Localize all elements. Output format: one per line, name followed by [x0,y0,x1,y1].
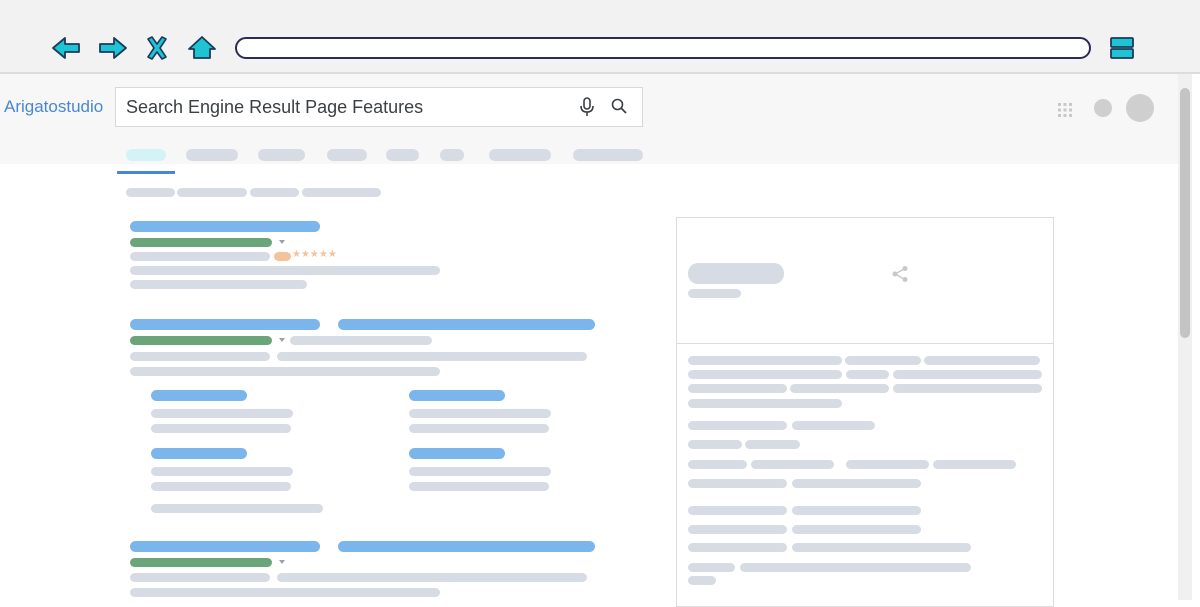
result-stats [250,188,299,197]
microphone-icon[interactable] [578,97,596,117]
forward-arrow-icon[interactable] [98,34,128,62]
kp-fact-value [740,563,971,572]
back-arrow-icon[interactable] [51,34,81,62]
tab-settings[interactable] [573,149,643,161]
avatar[interactable] [1126,94,1154,122]
kp-description [924,356,1040,365]
kp-divider [677,343,1053,344]
search-box[interactable] [115,87,643,127]
address-bar[interactable] [235,37,1091,59]
tab-all[interactable] [126,149,166,161]
tab-more[interactable] [440,149,464,161]
kp-fact-label [688,421,787,430]
tab-videos[interactable] [258,149,305,161]
kp-fact-value [846,460,929,469]
sitelink-snippet [409,409,551,418]
close-icon[interactable] [144,34,170,62]
kp-fact-label [688,479,787,488]
active-tab-indicator [117,171,175,174]
result-2-snippet [130,367,440,376]
result-2-snippet [277,352,587,361]
kp-description [846,370,889,379]
chevron-down-icon[interactable] [279,560,285,564]
tab-images[interactable] [186,149,238,161]
kp-fact-value [792,479,921,488]
result-2-title-link[interactable] [130,319,320,330]
sitelink-snippet [151,467,293,476]
tab-news[interactable] [327,149,367,161]
search-icon[interactable] [610,97,628,115]
kp-fact-label [688,525,787,534]
hamburger-menu-icon[interactable] [1110,37,1134,59]
sitelink-title[interactable] [409,390,505,401]
sitelink-snippet [409,424,549,433]
kp-fact-label [688,506,787,515]
share-icon[interactable] [891,265,909,283]
result-stats [302,188,381,197]
kp-description [790,384,889,393]
sitelink-snippet [151,409,293,418]
tab-tools[interactable] [489,149,551,161]
site-logo[interactable]: Arigatostudio [4,97,103,117]
kp-subtitle [688,289,741,298]
kp-fact-label [688,440,742,449]
kp-fact-value [792,525,921,534]
notifications-dot[interactable] [1094,99,1112,117]
result-2-url[interactable] [130,336,272,345]
result-3-title-link[interactable] [130,541,320,552]
chevron-down-icon[interactable] [279,338,285,342]
kp-fact-value [933,460,1016,469]
tab-maps[interactable] [386,149,419,161]
chevron-down-icon[interactable] [279,240,285,244]
kp-fact-label [688,543,787,552]
kp-fact-value [745,440,800,449]
result-3-snippet [130,588,440,597]
kp-description [688,399,842,408]
kp-description [688,356,842,365]
kp-fact-value [792,543,971,552]
result-2-date [290,336,432,345]
sitelink-snippet [151,424,291,433]
kp-description [688,384,787,393]
result-3-title-link[interactable] [338,541,595,552]
scrollbar-thumb[interactable] [1180,88,1190,338]
kp-fact-value [792,506,921,515]
kp-title [688,263,784,284]
sitelink-title[interactable] [151,448,247,459]
result-1-title-link[interactable] [130,221,320,232]
kp-description [688,370,842,379]
result-1-snippet [130,252,270,261]
result-1-snippet [130,266,440,275]
kp-fact-value [792,421,875,430]
sitelink-snippet [151,482,291,491]
kp-description [893,384,1042,393]
kp-description [845,356,921,365]
result-2-snippet [130,352,270,361]
result-3-url[interactable] [130,558,272,567]
sitelink-snippet [409,467,551,476]
kp-fact-value [751,460,834,469]
home-icon[interactable] [187,34,217,62]
result-1-rating-badge [274,252,291,261]
result-3-snippet [130,573,270,582]
result-stats [126,188,175,197]
star-rating-icon: ★★★★★ [292,249,337,260]
result-1-snippet [130,280,307,289]
result-3-snippet [277,573,587,582]
result-2-title-link[interactable] [338,319,595,330]
kp-fact-label [688,563,735,572]
kp-description [893,370,1042,379]
sitelink-title[interactable] [409,448,505,459]
sitelink-snippet [409,482,549,491]
result-stats [177,188,247,197]
kp-fact-label [688,460,747,469]
search-input[interactable] [126,97,556,117]
kp-fact-value [688,576,716,585]
result-1-url[interactable] [130,238,272,247]
sitelink-title[interactable] [151,390,247,401]
apps-grid-icon[interactable] [1058,102,1072,117]
more-results-link[interactable] [151,504,323,513]
